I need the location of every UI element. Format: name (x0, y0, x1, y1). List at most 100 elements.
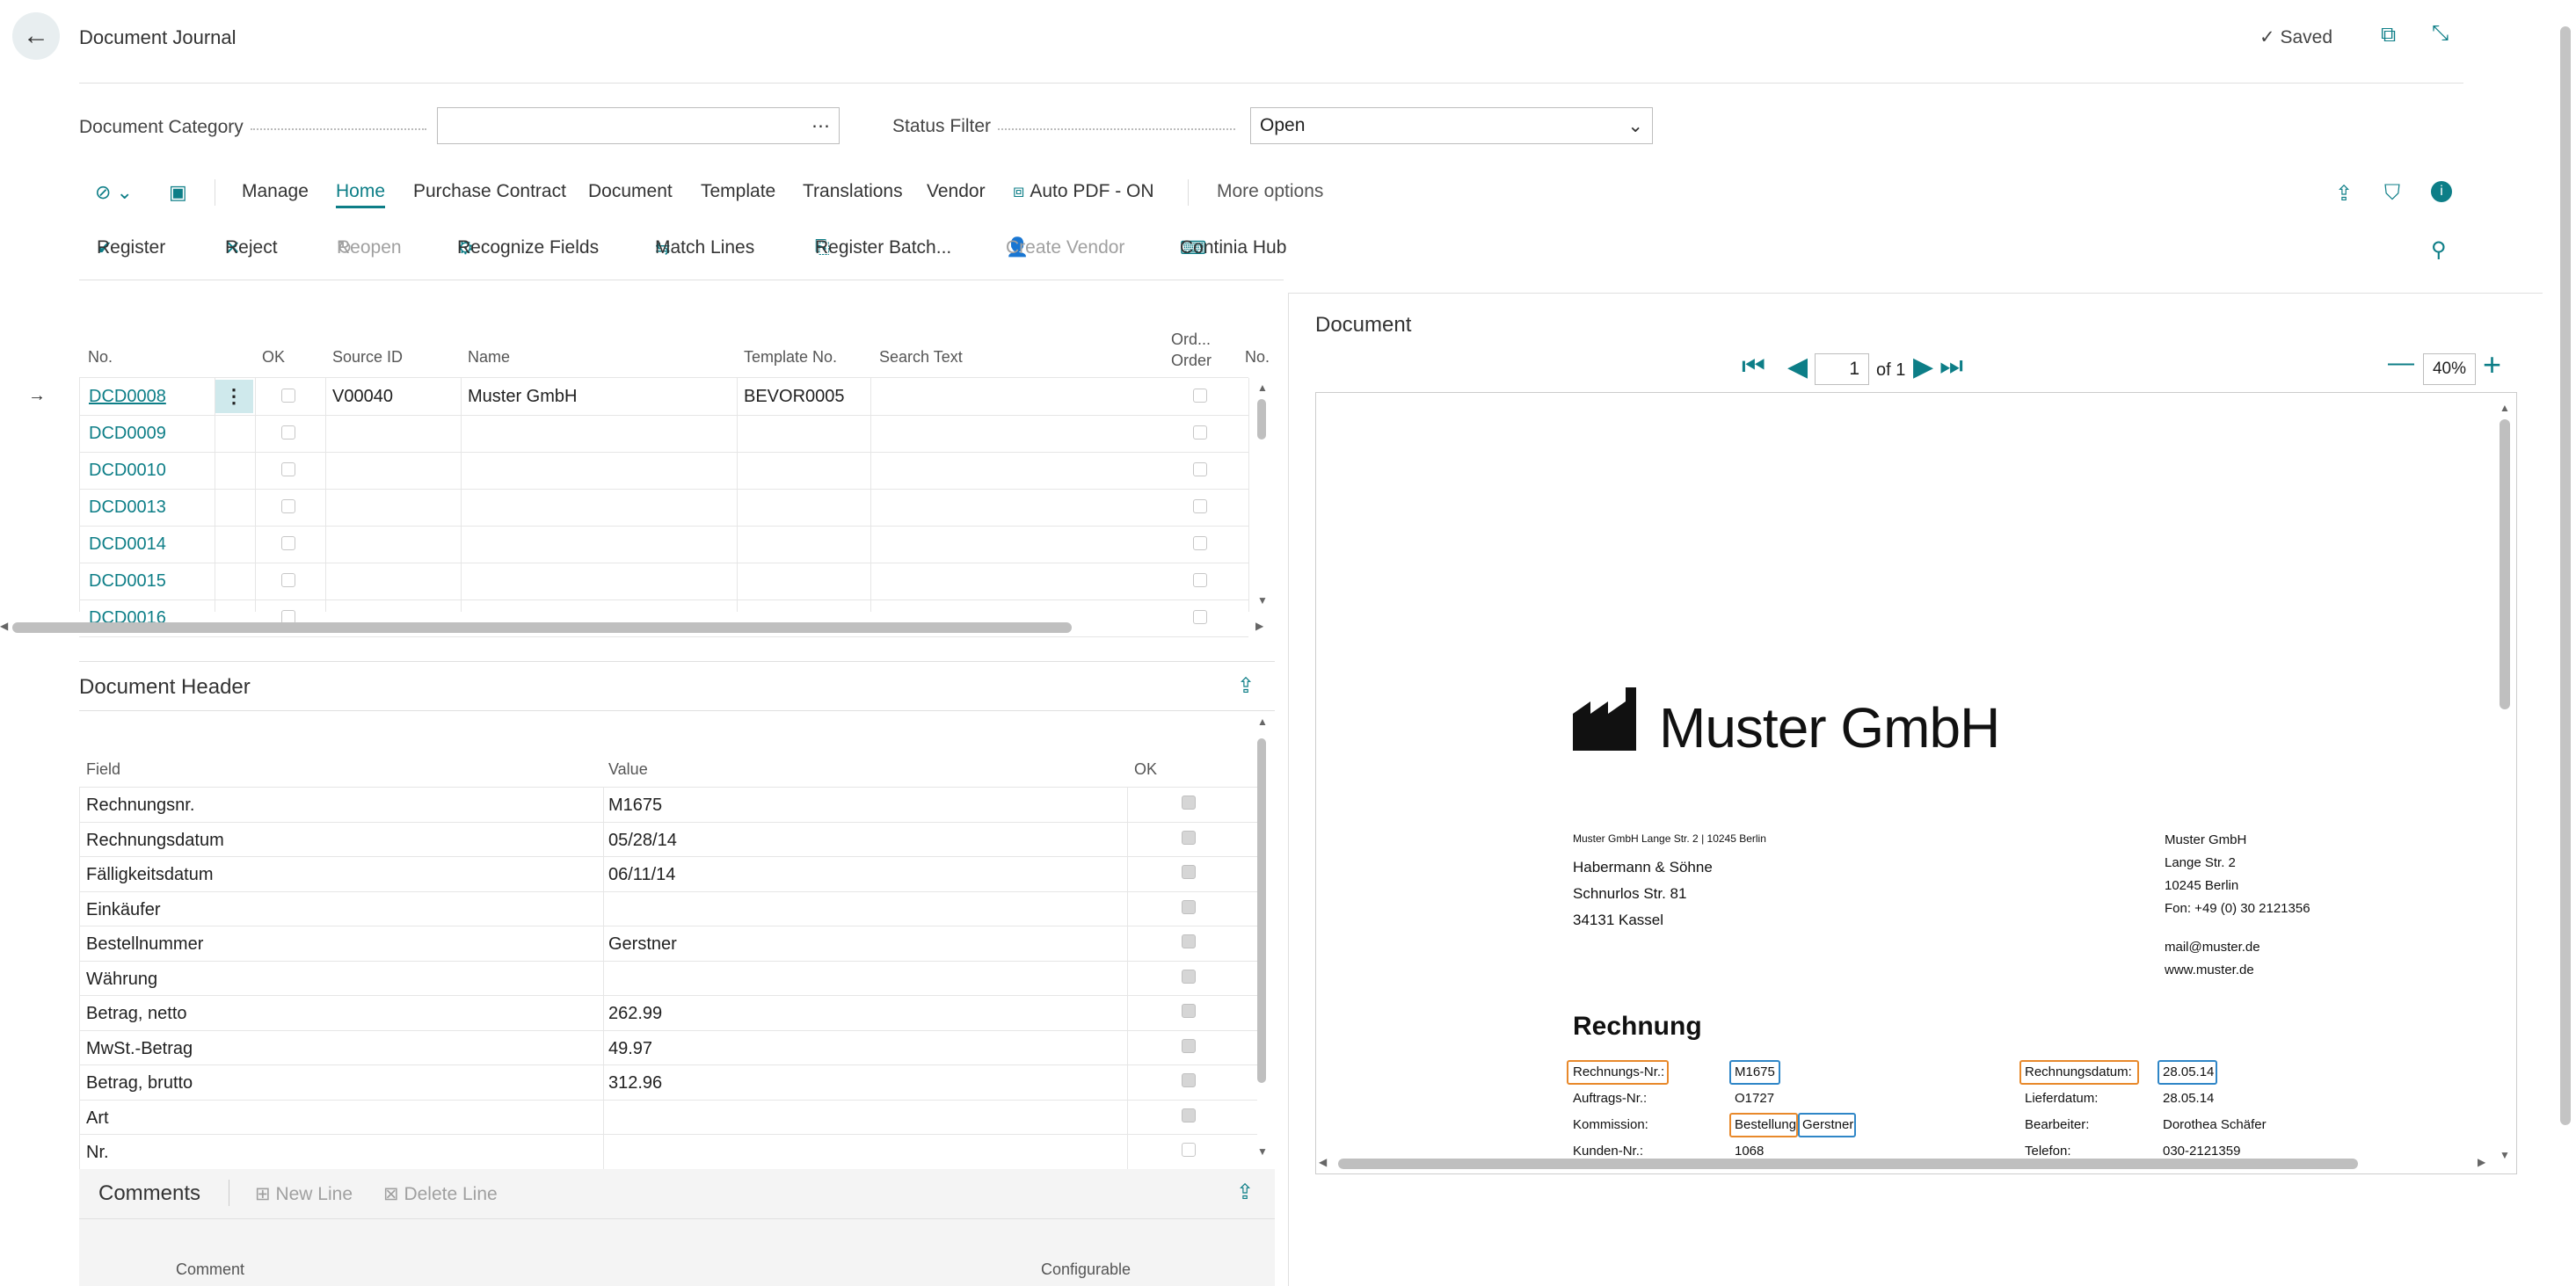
more-options-button[interactable]: More options (1217, 181, 1323, 202)
order-checkbox[interactable] (1193, 389, 1207, 403)
table-row[interactable]: → ⋮ DCD0008 V00040 Muster GmbH BEVOR0005 (0, 378, 1248, 415)
zoom-out-icon[interactable]: — (2388, 348, 2414, 378)
order-checkbox[interactable] (1193, 536, 1207, 550)
more-dots-icon[interactable]: ⋯ (811, 115, 830, 137)
prev-page-icon[interactable]: ◀ (1787, 352, 1808, 382)
pdf-viewport[interactable]: Muster GmbH Muster GmbH Lange Str. 2 | 1… (1315, 392, 2517, 1174)
order-checkbox[interactable] (1193, 462, 1207, 476)
share-icon[interactable]: ⇪ (2335, 181, 2353, 207)
table-row[interactable]: Bestellnummer Gerstner (79, 926, 1257, 962)
preview-title: Document (1315, 313, 1412, 337)
tab-purchase-contract[interactable]: Purchase Contract (413, 181, 566, 202)
document-no-link[interactable]: DCD0015 (89, 571, 166, 592)
document-grid: No. OK Source ID Name Template No. Searc… (0, 325, 1270, 637)
ok-checkbox[interactable] (281, 536, 295, 550)
ok-checkbox[interactable] (281, 389, 295, 403)
table-row[interactable]: Nr. (79, 1135, 1257, 1170)
tab-document[interactable]: Document (588, 181, 673, 202)
page-count: of 1 (1876, 360, 1906, 380)
info-icon[interactable]: i (2431, 181, 2452, 202)
table-row[interactable]: Betrag, brutto 312.96 (79, 1065, 1257, 1101)
table-row[interactable]: DCD0013 (0, 489, 1248, 526)
document-no-link[interactable]: DCD0008 (89, 387, 166, 407)
tab-template[interactable]: Template (701, 181, 775, 202)
document-header-table: Field Value OK Rechnungsnr. M1675 Rechnung… (79, 756, 1257, 1170)
zoom-in-icon[interactable]: + (2483, 346, 2501, 383)
share-icon[interactable]: ⇪ (1237, 673, 1255, 699)
table-row[interactable]: DCD0015 (0, 563, 1248, 599)
document-category-input[interactable]: ⋯ (437, 107, 840, 144)
table-row[interactable]: MwSt.-Betrag 49.97 (79, 1031, 1257, 1065)
zoom-input[interactable]: 40% (2423, 353, 2476, 385)
share-icon[interactable]: ⇪ (1236, 1180, 1254, 1205)
table-row[interactable]: DCD0014 (0, 526, 1248, 563)
document-preview-panel: Document ⏮ ◀ 1 of 1 ▶ ⏭ — 40% + Muster G… (1288, 293, 2543, 1286)
document-category-label: Document Category (79, 117, 244, 137)
order-checkbox[interactable] (1193, 425, 1207, 440)
header-vertical-scrollbar[interactable] (1257, 738, 1266, 1083)
table-row[interactable]: Fälligkeitsdatum 06/11/14 (79, 857, 1257, 892)
tab-auto-pdf[interactable]: ⧈ Auto PDF - ON (1013, 181, 1154, 202)
pdf-icon: ⧈ (1013, 181, 1025, 201)
new-line-button[interactable]: ⊞ New Line (255, 1183, 353, 1205)
ok-checkbox[interactable] (1182, 796, 1196, 810)
comments-panel: Comments ⊞ New Line ⊠ Delete Line ⇪ Comm… (79, 1169, 1275, 1286)
pin-icon[interactable]: ⚲ (2431, 237, 2447, 263)
collapse-icon[interactable]: ⤡ (2432, 21, 2449, 46)
open-new-window-icon[interactable]: ⧉ (2381, 23, 2396, 47)
pdf-horizontal-scrollbar[interactable] (1338, 1159, 2358, 1169)
ok-checkbox[interactable] (1182, 1004, 1196, 1018)
table-row[interactable]: Einkäufer (79, 892, 1257, 926)
table-row[interactable]: Währung (79, 962, 1257, 996)
tab-translations[interactable]: Translations (803, 181, 903, 202)
first-page-icon[interactable]: ⏮ (1742, 352, 1765, 381)
document-no-link[interactable]: DCD0013 (89, 498, 166, 518)
ok-checkbox[interactable] (281, 462, 295, 476)
order-checkbox[interactable] (1193, 610, 1207, 624)
grid-horizontal-scrollbar[interactable] (12, 622, 1072, 633)
order-checkbox[interactable] (1193, 499, 1207, 513)
ok-checkbox[interactable] (1182, 969, 1196, 984)
table-row[interactable]: DCD0010 (0, 452, 1248, 489)
status-filter-label: Status Filter (892, 116, 992, 136)
table-row[interactable]: Rechnungsdatum 05/28/14 (79, 823, 1257, 857)
ok-checkbox[interactable] (1182, 865, 1196, 879)
table-row[interactable]: Art (79, 1101, 1257, 1135)
grid-vertical-scrollbar[interactable] (1257, 399, 1266, 440)
ok-checkbox[interactable] (1182, 1038, 1196, 1053)
pdf-vertical-scrollbar[interactable] (2500, 419, 2510, 709)
ok-checkbox[interactable] (1182, 830, 1196, 845)
document-no-link[interactable]: DCD0009 (89, 424, 166, 444)
ok-checkbox[interactable] (281, 499, 295, 513)
table-row[interactable]: Rechnungsnr. M1675 (79, 788, 1257, 823)
ok-checkbox[interactable] (1182, 1108, 1196, 1123)
document-no-link[interactable]: DCD0014 (89, 534, 166, 555)
row-actions-button[interactable]: ⋮ (215, 380, 253, 413)
ok-checkbox[interactable] (1182, 934, 1196, 948)
table-row[interactable]: DCD0009 (0, 415, 1248, 452)
order-checkbox[interactable] (1193, 573, 1207, 587)
last-page-icon[interactable]: ⏭ (1939, 352, 1963, 381)
page-number-input[interactable]: 1 (1815, 353, 1869, 385)
filter-icon[interactable]: ⛉ (2384, 181, 2400, 206)
next-page-icon[interactable]: ▶ (1913, 352, 1933, 382)
status-filter-select[interactable]: Open ⌄ (1250, 107, 1653, 144)
document-no-link[interactable]: DCD0010 (89, 461, 166, 481)
ok-checkbox[interactable] (1182, 899, 1196, 914)
saved-status: ✓ Saved (2259, 27, 2332, 47)
tab-manage[interactable]: Manage (242, 181, 309, 202)
page-vertical-scrollbar[interactable] (2560, 26, 2571, 1125)
tab-vendor[interactable]: Vendor (927, 181, 986, 202)
check-icon: ✓ (2259, 27, 2275, 47)
ok-checkbox[interactable] (1182, 1073, 1196, 1087)
comments-title: Comments (98, 1181, 201, 1205)
document-header-title: Document Header (79, 675, 251, 699)
ok-checkbox[interactable] (1182, 1143, 1196, 1157)
tab-home[interactable]: Home (336, 181, 386, 208)
table-row[interactable]: Betrag, netto 262.99 (79, 996, 1257, 1031)
ok-checkbox[interactable] (281, 573, 295, 587)
back-button[interactable]: ← (12, 12, 60, 60)
delete-line-button[interactable]: ⊠ Delete Line (383, 1183, 498, 1205)
new-line-icon: ⊞ (255, 1184, 271, 1204)
ok-checkbox[interactable] (281, 425, 295, 440)
